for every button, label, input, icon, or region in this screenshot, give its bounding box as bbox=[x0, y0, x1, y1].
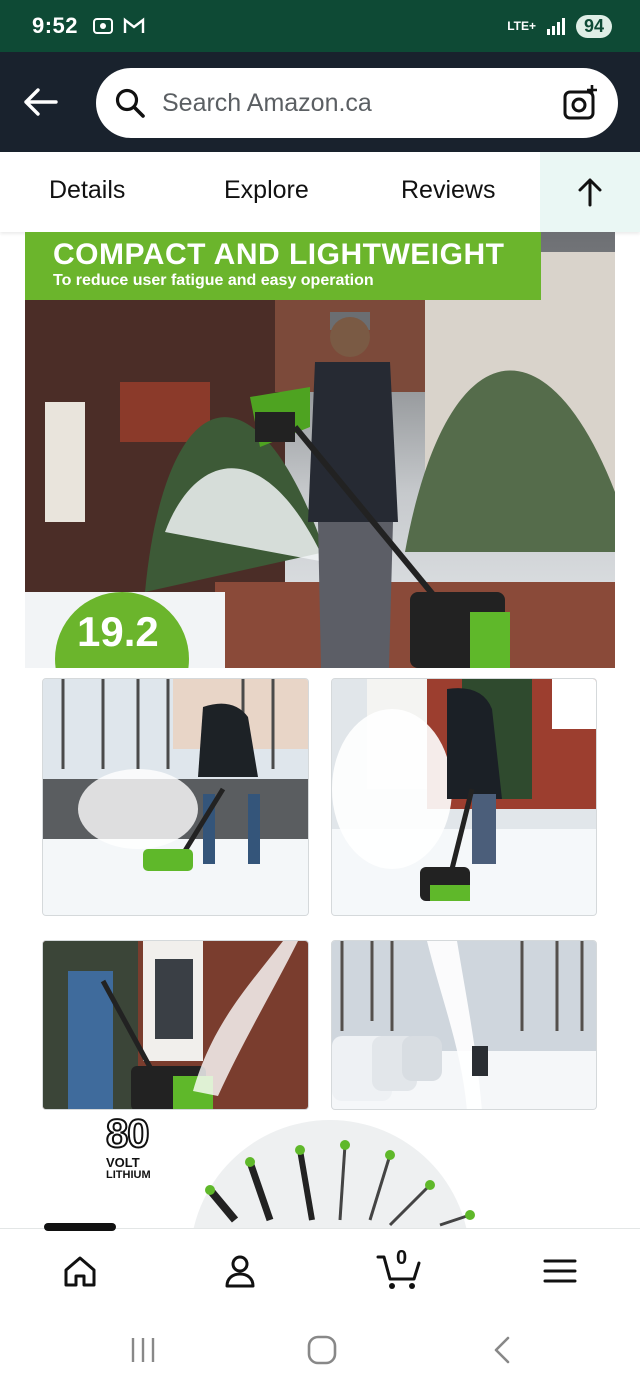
back-system-icon[interactable] bbox=[490, 1335, 514, 1365]
system-navigation-bar bbox=[0, 1310, 640, 1388]
product-thumbnail-3[interactable] bbox=[42, 940, 309, 1110]
tab-details[interactable]: Details bbox=[49, 176, 125, 205]
menu-icon bbox=[543, 1259, 577, 1283]
search-icon bbox=[115, 88, 145, 118]
bottom-navigation: 0 bbox=[0, 1223, 640, 1310]
thumbnail-3-scene bbox=[43, 941, 308, 1109]
hero-subline: To reduce user fatigue and easy operatio… bbox=[53, 272, 374, 289]
gmail-icon bbox=[123, 17, 145, 33]
screenshot-icon bbox=[93, 18, 114, 34]
thumbnail-2-scene bbox=[332, 679, 596, 915]
hero-banner: COMPACT AND LIGHTWEIGHT To reduce user f… bbox=[25, 232, 541, 300]
nav-cart-button[interactable]: 0 bbox=[370, 1245, 430, 1297]
tab-reviews[interactable]: Reviews bbox=[401, 176, 495, 205]
product-tabs: Details Explore Reviews bbox=[0, 152, 640, 232]
cart-count: 0 bbox=[396, 1247, 408, 1269]
person-icon bbox=[225, 1255, 255, 1288]
notification-icons bbox=[92, 16, 146, 36]
hero-badge-text: 19.2 bbox=[77, 608, 159, 655]
status-bar: 9:52 LTE+ 94 bbox=[0, 0, 640, 52]
active-tab-indicator bbox=[44, 1223, 116, 1231]
search-input[interactable]: Search Amazon.ca bbox=[162, 89, 562, 118]
scroll-top-button[interactable] bbox=[540, 152, 640, 232]
home-icon bbox=[64, 1256, 96, 1287]
recent-apps-icon[interactable] bbox=[128, 1336, 158, 1364]
signal-icon bbox=[546, 18, 565, 35]
nav-home-button[interactable] bbox=[50, 1245, 110, 1297]
camera-search-icon[interactable] bbox=[562, 84, 600, 122]
tool-lineup-illustration bbox=[193, 1120, 475, 1228]
app-header: Search Amazon.ca bbox=[0, 52, 640, 152]
back-arrow-icon bbox=[24, 88, 58, 116]
home-system-icon[interactable] bbox=[307, 1335, 337, 1365]
battery-badge: 94 bbox=[575, 14, 612, 38]
product-thumbnail-2[interactable] bbox=[331, 678, 597, 916]
status-time: 9:52 bbox=[32, 13, 79, 38]
promo-banner[interactable]: 80 VOLT LITHIUM bbox=[100, 1110, 540, 1228]
tab-explore[interactable]: Explore bbox=[224, 176, 309, 205]
nav-menu-button[interactable] bbox=[530, 1245, 590, 1297]
thumbnail-1-scene bbox=[43, 679, 308, 915]
thumbnail-4-scene bbox=[332, 941, 596, 1109]
search-bar[interactable]: Search Amazon.ca bbox=[96, 68, 618, 138]
network-type: LTE+ bbox=[507, 19, 536, 33]
hero-headline: COMPACT AND LIGHTWEIGHT bbox=[53, 238, 505, 271]
hero-product-image[interactable]: COMPACT AND LIGHTWEIGHT To reduce user f… bbox=[25, 232, 615, 668]
arrow-up-icon bbox=[578, 178, 602, 207]
back-button[interactable] bbox=[0, 52, 80, 152]
product-thumbnail-4[interactable] bbox=[331, 940, 597, 1110]
product-thumbnail-1[interactable] bbox=[42, 678, 309, 916]
nav-account-button[interactable] bbox=[210, 1245, 270, 1297]
